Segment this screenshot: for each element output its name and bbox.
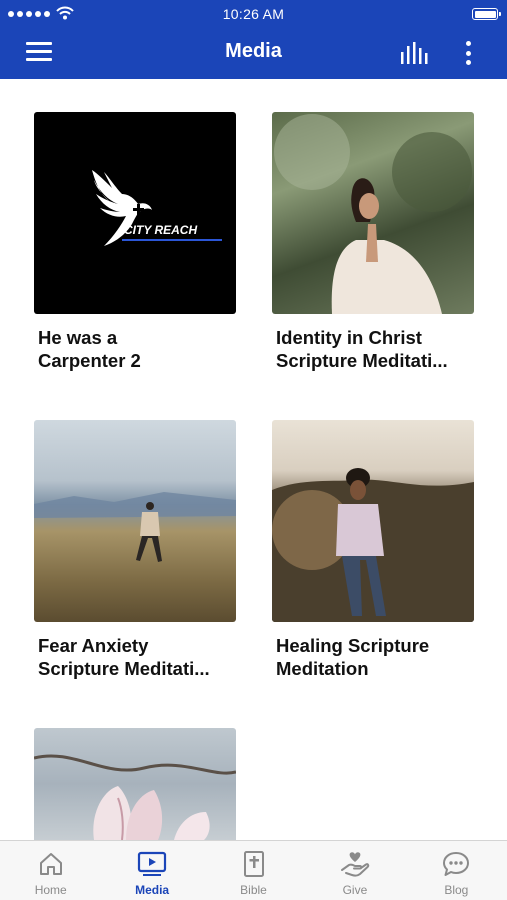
tab-label: Blog xyxy=(444,883,469,897)
media-card-title: Identity in Christ Scripture Meditati... xyxy=(272,326,476,372)
title-line-2: Scripture Meditati... xyxy=(276,350,448,371)
tab-give[interactable]: Give xyxy=(304,841,405,900)
media-card-flowers[interactable] xyxy=(34,728,238,840)
status-bar: 10:26 AM xyxy=(0,0,507,28)
title-line-1: He was a xyxy=(38,327,118,348)
media-card-title: He was a Carpenter 2 xyxy=(34,326,238,372)
media-thumbnail xyxy=(272,420,474,622)
more-options-icon[interactable] xyxy=(458,38,478,68)
media-card-city-reach[interactable]: CITY REACH He was a Carpenter 2 xyxy=(34,112,238,372)
tab-home[interactable]: Home xyxy=(0,841,101,900)
logo-text: CITY REACH xyxy=(124,223,197,237)
media-card-fear-anxiety[interactable]: Fear Anxiety Scripture Meditati... xyxy=(34,420,238,680)
media-thumbnail xyxy=(272,112,474,314)
bible-icon xyxy=(238,850,270,878)
tab-label: Give xyxy=(342,883,368,897)
chat-bubble-icon xyxy=(440,850,472,878)
bottom-tab-bar: Home Media Bible Give Blog xyxy=(0,840,507,900)
media-card-identity[interactable]: Identity in Christ Scripture Meditati... xyxy=(272,112,476,372)
title-line-1: Healing Scripture xyxy=(276,635,430,656)
home-icon xyxy=(35,850,67,878)
audio-bars-icon[interactable] xyxy=(399,40,431,66)
dove-cross-logo-icon: CITY REACH xyxy=(92,170,222,246)
man-in-field-photo xyxy=(34,492,236,562)
battery-icon xyxy=(472,8,501,20)
title-line-2: Meditation xyxy=(276,658,369,679)
status-time: 10:26 AM xyxy=(222,6,285,22)
give-hand-heart-icon xyxy=(339,850,371,878)
media-thumbnail: CITY REACH xyxy=(34,112,236,314)
magnolia-flowers-photo xyxy=(34,754,236,840)
media-card-healing[interactable]: Healing Scripture Meditation xyxy=(272,420,476,680)
title-line-2: Scripture Meditati... xyxy=(38,658,210,679)
tab-label: Home xyxy=(34,883,67,897)
tab-blog[interactable]: Blog xyxy=(406,841,507,900)
media-thumbnail xyxy=(34,728,236,840)
app-header: 10:26 AM Media xyxy=(0,0,507,79)
woman-on-hill-photo xyxy=(272,468,474,622)
tab-label: Bible xyxy=(240,883,267,897)
tab-bible[interactable]: Bible xyxy=(203,841,304,900)
media-card-title: Fear Anxiety Scripture Meditati... xyxy=(34,634,238,680)
woman-praying-photo xyxy=(274,114,472,314)
media-play-icon xyxy=(136,850,168,878)
tab-label: Media xyxy=(135,883,170,897)
media-thumbnail xyxy=(34,420,236,622)
media-card-title: Healing Scripture Meditation xyxy=(272,634,476,680)
title-line-1: Fear Anxiety xyxy=(38,635,149,656)
tab-media[interactable]: Media xyxy=(101,841,202,900)
title-line-2: Carpenter 2 xyxy=(38,350,141,371)
title-line-1: Identity in Christ xyxy=(276,327,422,348)
